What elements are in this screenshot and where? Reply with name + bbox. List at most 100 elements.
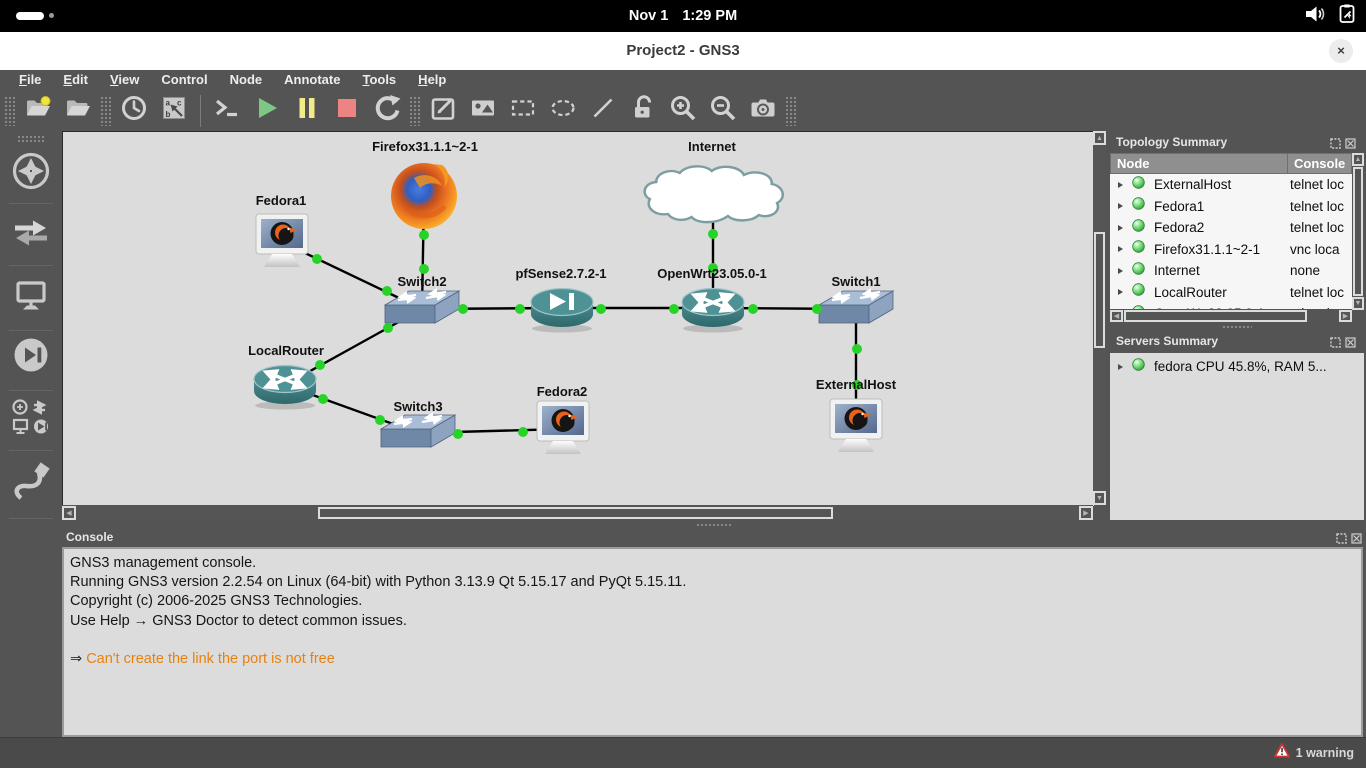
dock-close-icon[interactable] <box>1345 136 1356 147</box>
menu-item-annotate[interactable]: Annotate <box>273 70 351 90</box>
node-fedora2[interactable] <box>537 401 589 454</box>
toolbar-zoom-out-button[interactable] <box>703 92 743 130</box>
dock-float-icon[interactable] <box>1336 531 1347 542</box>
expand-arrow-icon[interactable] <box>1118 203 1123 209</box>
node-label-switch3[interactable]: Switch3 <box>393 399 442 414</box>
dock-close-icon[interactable] <box>1351 531 1362 542</box>
table-row[interactable]: fedora CPU 45.8%, RAM 5... <box>1110 356 1364 378</box>
topology-hscroll-right-button[interactable]: ▶ <box>1339 310 1352 322</box>
topology-vscroll-down-button[interactable]: ▼ <box>1352 297 1364 310</box>
node-label-fedora2[interactable]: Fedora2 <box>537 384 588 399</box>
sidebar-browse-all-devices-button[interactable] <box>10 399 52 443</box>
toolbar-open-project-button[interactable] <box>58 92 98 130</box>
sidebar-grip[interactable] <box>17 135 45 143</box>
node-firefox1[interactable] <box>391 163 457 229</box>
canvas-hscroll-thumb[interactable] <box>318 507 833 519</box>
expand-arrow-icon[interactable] <box>1118 225 1123 231</box>
expand-arrow-icon[interactable] <box>1118 182 1123 188</box>
system-clock[interactable]: Nov 11:29 PM <box>622 0 744 32</box>
menu-item-node[interactable]: Node <box>219 70 274 90</box>
topology-hscroll-thumb[interactable] <box>1124 310 1307 322</box>
node-label-switch1[interactable]: Switch1 <box>831 274 880 289</box>
table-row[interactable]: ExternalHosttelnet loc <box>1110 174 1352 196</box>
toolbar-zoom-in-button[interactable] <box>663 92 703 130</box>
node-label-firefox1[interactable]: Firefox31.1.1~2-1 <box>372 139 478 154</box>
menu-item-help[interactable]: Help <box>407 70 457 90</box>
canvas-hscroll-left-button[interactable]: ◀ <box>62 506 76 520</box>
node-openwrt1[interactable] <box>682 289 744 333</box>
expand-arrow-icon[interactable] <box>1118 268 1123 274</box>
menu-item-file[interactable]: File <box>8 70 52 90</box>
toolbar-snapshot-button[interactable] <box>114 92 154 130</box>
table-row[interactable]: OpenWrt23.05.0-1telnet lo <box>1110 303 1352 309</box>
topology-vscrollbar: ▲ ▼ <box>1352 153 1364 310</box>
toolbar-lock-items-button[interactable] <box>623 92 663 130</box>
toolbar-add-note-button[interactable] <box>423 92 463 130</box>
column-divider[interactable] <box>1287 154 1288 173</box>
node-label-pfsense1[interactable]: pfSense2.7.2-1 <box>515 266 606 281</box>
expand-arrow-icon[interactable] <box>1118 246 1123 252</box>
node-fedora1[interactable] <box>256 214 308 267</box>
table-row[interactable]: Firefox31.1.1~2-1vnc loca <box>1110 239 1352 261</box>
sidebar-browse-end-devices-button[interactable] <box>10 276 52 320</box>
node-internet[interactable] <box>645 166 783 222</box>
system-tray[interactable] <box>1305 0 1356 32</box>
toolbar-show-interface-labels-button[interactable]: acb <box>154 92 194 130</box>
toolbar-stop-all-button[interactable] <box>327 92 367 130</box>
menu-item-tools[interactable]: Tools <box>351 70 407 90</box>
table-row[interactable]: Fedora2telnet loc <box>1110 217 1352 239</box>
canvas-vscroll-thumb[interactable] <box>1094 232 1105 348</box>
toolbar-start-all-button[interactable] <box>247 92 287 130</box>
toolbar-console-to-all-button[interactable] <box>207 92 247 130</box>
dock-close-icon[interactable] <box>1345 335 1356 346</box>
node-label-switch2[interactable]: Switch2 <box>397 274 446 289</box>
node-externalhost[interactable] <box>830 399 882 452</box>
node-switch3[interactable] <box>381 415 455 447</box>
toolbar-insert-image-button[interactable] <box>463 92 503 130</box>
dock-float-icon[interactable] <box>1330 136 1341 147</box>
expand-arrow-icon[interactable] <box>1118 364 1123 370</box>
node-localrouter[interactable] <box>254 366 316 410</box>
topology-hscroll-left-button[interactable]: ◀ <box>1110 310 1123 322</box>
table-row[interactable]: Fedora1telnet loc <box>1110 196 1352 218</box>
menu-item-control[interactable]: Control <box>150 70 218 90</box>
workspace-active-pill[interactable] <box>16 12 44 20</box>
topology-vscroll-up-button[interactable]: ▲ <box>1352 153 1364 166</box>
menu-item-view[interactable]: View <box>99 70 150 90</box>
sidebar-add-link-button[interactable] <box>10 462 52 506</box>
node-label-externalhost[interactable]: ExternalHost <box>816 377 896 392</box>
dock-float-icon[interactable] <box>1330 335 1341 346</box>
console-splitter-handle[interactable] <box>696 523 732 528</box>
sidebar-browse-security-devices-button[interactable] <box>10 335 52 379</box>
topology-vscroll-thumb[interactable] <box>1353 167 1363 296</box>
toolbar-screenshot-button[interactable] <box>743 92 783 130</box>
window-close-button[interactable]: × <box>1329 39 1353 63</box>
console-output[interactable]: GNS3 management console.Running GNS3 ver… <box>62 547 1363 737</box>
node-label-openwrt1[interactable]: OpenWrt23.05.0-1 <box>657 266 767 281</box>
status-warning-text[interactable]: 1 warning <box>1296 746 1354 760</box>
node-switch1[interactable] <box>819 291 893 323</box>
menu-item-edit[interactable]: Edit <box>52 70 99 90</box>
node-label-fedora1[interactable]: Fedora1 <box>256 193 307 208</box>
table-row[interactable]: Internetnone <box>1110 260 1352 282</box>
window-title-bar[interactable]: Project2 - GNS3 <box>0 32 1366 70</box>
canvas-hscroll-right-button[interactable]: ▶ <box>1079 506 1093 520</box>
node-pfsense1[interactable] <box>531 289 593 333</box>
canvas-vscroll-up-button[interactable]: ▲ <box>1093 131 1106 145</box>
toolbar-draw-rectangle-button[interactable] <box>503 92 543 130</box>
sidebar-browse-switches-button[interactable] <box>10 213 52 257</box>
sidebar-browse-routers-button[interactable] <box>10 151 52 195</box>
workspace-inactive-dot[interactable] <box>49 13 54 18</box>
table-row[interactable]: LocalRoutertelnet loc <box>1110 282 1352 304</box>
panel-splitter-handle[interactable] <box>1222 325 1252 330</box>
toolbar-suspend-all-button[interactable] <box>287 92 327 130</box>
node-label-localrouter[interactable]: LocalRouter <box>248 343 324 358</box>
toolbar-new-project-button[interactable] <box>18 92 58 130</box>
topology-canvas[interactable]: Firefox31.1.1~2-1 Internet Fedora1 Switch2 p… <box>62 131 1094 506</box>
toolbar-draw-ellipse-button[interactable] <box>543 92 583 130</box>
node-label-internet[interactable]: Internet <box>688 139 736 154</box>
toolbar-draw-line-button[interactable] <box>583 92 623 130</box>
toolbar-reload-all-button[interactable] <box>367 92 407 130</box>
canvas-vscroll-down-button[interactable]: ▼ <box>1093 491 1106 505</box>
expand-arrow-icon[interactable] <box>1118 289 1123 295</box>
